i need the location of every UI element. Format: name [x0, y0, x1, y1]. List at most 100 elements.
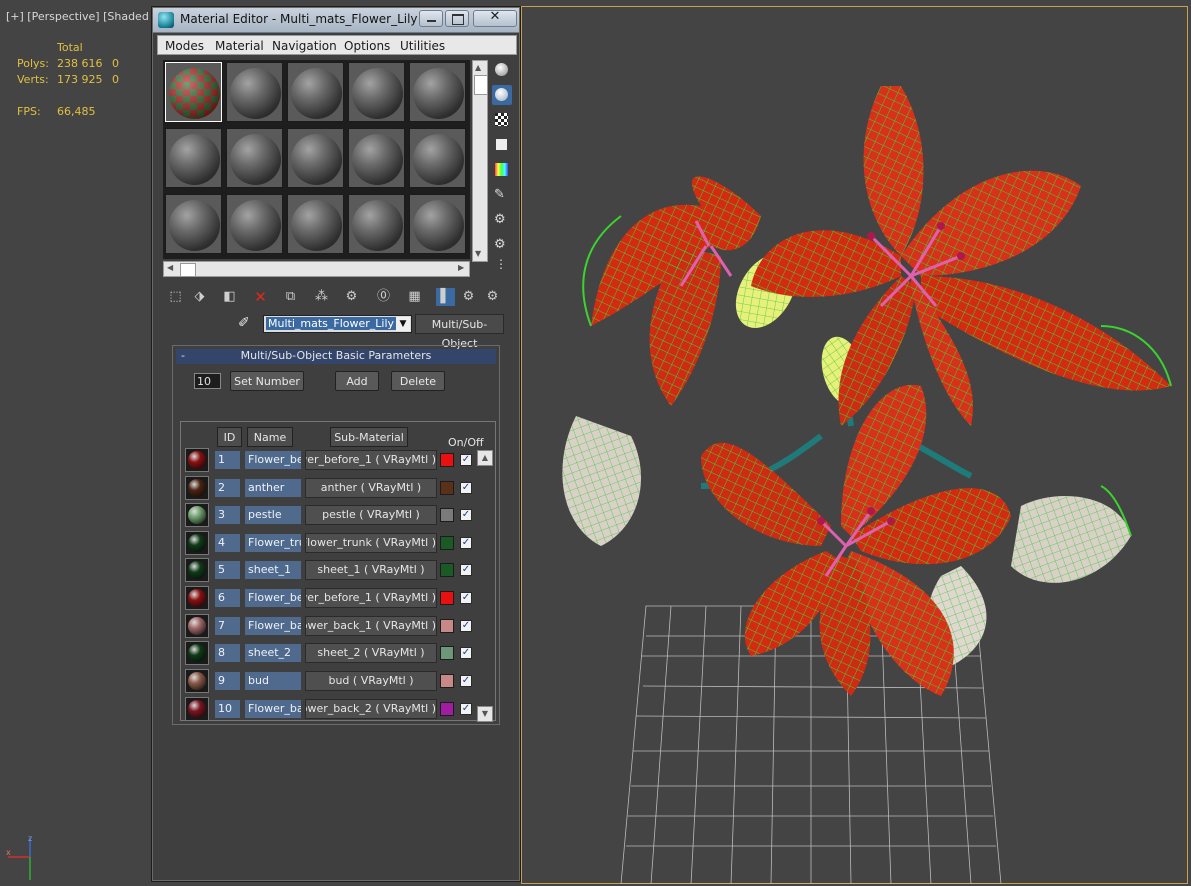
column-sub-material-header[interactable]: Sub-Material: [330, 427, 408, 447]
row-sub-material-button[interactable]: Flower_back_2 ( VRayMtl ): [305, 699, 437, 719]
sample-slot-15[interactable]: [409, 194, 466, 254]
row-sub-material-button[interactable]: Flower_trunk ( VRayMtl ): [305, 533, 437, 553]
row-color-swatch[interactable]: [440, 674, 454, 688]
put-material-to-scene-button[interactable]: ⬗: [190, 288, 209, 306]
scroll-up-icon[interactable]: ▲: [475, 63, 481, 72]
sample-slot-6[interactable]: [165, 128, 222, 188]
minimize-button[interactable]: [419, 10, 443, 27]
material-name-field[interactable]: Multi_mats_Flower_Lily ▼: [263, 315, 412, 333]
background-button[interactable]: [492, 110, 512, 130]
row-sub-material-button[interactable]: Flower_before_1 ( VRayMtl ): [305, 450, 437, 470]
row-sub-material-button[interactable]: bud ( VRayMtl ): [305, 671, 437, 691]
row-name-field[interactable]: Flower_ba: [245, 700, 301, 718]
rollout-header[interactable]: - Multi/Sub-Object Basic Parameters: [176, 349, 496, 364]
go-forward-to-sibling-button[interactable]: ⚙: [483, 288, 502, 306]
row-sub-material-button[interactable]: sheet_2 ( VRayMtl ): [305, 643, 437, 663]
go-to-parent-button[interactable]: ⚙: [459, 288, 478, 306]
viewport-label[interactable]: [+] [Perspective] [Shaded +: [6, 10, 162, 23]
make-unique-button[interactable]: ⁂: [312, 288, 331, 306]
sample-type-button[interactable]: [492, 60, 512, 80]
add-button[interactable]: Add: [335, 371, 379, 391]
material-editor-window[interactable]: Material Editor - Multi_mats_Flower_Lily…: [151, 6, 521, 882]
sample-slot-3[interactable]: [287, 62, 344, 122]
set-number-button[interactable]: Set Number: [230, 371, 304, 391]
row-on-checkbox[interactable]: ✓: [460, 564, 472, 576]
row-name-field[interactable]: Flower_be: [245, 589, 301, 607]
row-on-checkbox[interactable]: ✓: [460, 537, 472, 549]
row-on-checkbox[interactable]: ✓: [460, 703, 472, 715]
sample-slot-13[interactable]: [287, 194, 344, 254]
make-preview-button[interactable]: ✎: [492, 185, 512, 205]
delete-button[interactable]: Delete: [391, 371, 445, 391]
sample-slot-8[interactable]: [287, 128, 344, 188]
row-on-checkbox[interactable]: ✓: [460, 592, 472, 604]
material-map-navigator-button[interactable]: ⋮: [492, 255, 512, 275]
column-id-header[interactable]: ID: [217, 427, 242, 447]
maximize-button[interactable]: [445, 10, 469, 27]
sample-slot-10[interactable]: [409, 128, 466, 188]
row-sub-material-button[interactable]: Flower_back_1 ( VRayMtl ): [305, 616, 437, 636]
number-of-materials-field[interactable]: 10: [194, 373, 221, 389]
row-on-checkbox[interactable]: ✓: [460, 620, 472, 632]
sample-slot-5[interactable]: [409, 62, 466, 122]
row-sub-material-button[interactable]: pestle ( VRayMtl ): [305, 505, 437, 525]
row-on-checkbox[interactable]: ✓: [460, 482, 472, 494]
chevron-down-icon[interactable]: ▼: [396, 317, 410, 331]
column-name-header[interactable]: Name: [247, 427, 293, 447]
material-type-button[interactable]: Multi/Sub-Object: [415, 314, 504, 350]
row-color-swatch[interactable]: [440, 508, 454, 522]
row-color-swatch[interactable]: [440, 481, 454, 495]
menu-modes[interactable]: Modes: [165, 39, 204, 53]
list-scroll-down-icon[interactable]: ▼: [477, 706, 493, 722]
menu-options[interactable]: Options: [344, 39, 390, 53]
sample-uv-tiling-button[interactable]: [492, 135, 512, 155]
row-name-field[interactable]: anther: [245, 479, 301, 497]
backlight-button[interactable]: [492, 85, 512, 105]
row-name-field[interactable]: Flower_tru: [245, 534, 301, 552]
menu-navigation[interactable]: Navigation: [272, 39, 337, 53]
row-color-swatch[interactable]: [440, 453, 454, 467]
sample-slot-14[interactable]: [348, 194, 405, 254]
get-material-button[interactable]: ⬚: [166, 288, 185, 306]
row-sub-material-button[interactable]: anther ( VRayMtl ): [305, 478, 437, 498]
row-color-swatch[interactable]: [440, 646, 454, 660]
menu-material[interactable]: Material: [215, 39, 264, 53]
sample-slot-4[interactable]: [348, 62, 405, 122]
row-name-field[interactable]: sheet_2: [245, 644, 301, 662]
close-button[interactable]: ✕: [473, 9, 517, 27]
row-color-swatch[interactable]: [440, 536, 454, 550]
row-sub-material-button[interactable]: Flower_before_1 ( VRayMtl ): [305, 588, 437, 608]
row-on-checkbox[interactable]: ✓: [460, 509, 472, 521]
assign-material-button[interactable]: ◧: [220, 288, 239, 306]
show-end-result-button[interactable]: ▌: [436, 288, 455, 306]
slots-horizontal-scrollbar[interactable]: ◀ ▶: [163, 261, 470, 277]
reset-map-icon[interactable]: ✕: [251, 288, 270, 306]
row-on-checkbox[interactable]: ✓: [460, 647, 472, 659]
row-sub-material-button[interactable]: sheet_1 ( VRayMtl ): [305, 560, 437, 580]
slots-vertical-scrollbar[interactable]: ▲ ▼: [472, 60, 488, 262]
sample-slot-11[interactable]: [165, 194, 222, 254]
video-color-check-button[interactable]: [492, 160, 512, 180]
scroll-down-icon[interactable]: ▼: [475, 249, 481, 258]
select-by-material-button[interactable]: ⚙: [492, 235, 512, 255]
row-color-swatch[interactable]: [440, 619, 454, 633]
row-name-field[interactable]: Flower_ba: [245, 617, 301, 635]
row-on-checkbox[interactable]: ✓: [460, 454, 472, 466]
row-color-swatch[interactable]: [440, 702, 454, 716]
material-name-value[interactable]: Multi_mats_Flower_Lily: [266, 317, 397, 330]
row-name-field[interactable]: sheet_1: [245, 561, 301, 579]
show-shaded-material-button[interactable]: ▦: [405, 288, 424, 306]
list-scroll-up-icon[interactable]: ▲: [477, 450, 493, 466]
title-bar[interactable]: Material Editor - Multi_mats_Flower_Lily…: [153, 8, 519, 33]
make-copy-button[interactable]: ⧉: [281, 288, 300, 306]
scroll-right-icon[interactable]: ▶: [458, 263, 464, 272]
pick-from-object-eyedropper-icon[interactable]: ✐: [238, 315, 250, 331]
row-on-checkbox[interactable]: ✓: [460, 675, 472, 687]
scroll-left-icon[interactable]: ◀: [167, 263, 173, 272]
row-name-field[interactable]: bud: [245, 672, 301, 690]
options-button[interactable]: ⚙: [492, 210, 512, 230]
row-name-field[interactable]: pestle: [245, 506, 301, 524]
material-id-channel-button[interactable]: ⓪: [374, 288, 393, 306]
menu-utilities[interactable]: Utilities: [400, 39, 445, 53]
sample-slot-9[interactable]: [348, 128, 405, 188]
